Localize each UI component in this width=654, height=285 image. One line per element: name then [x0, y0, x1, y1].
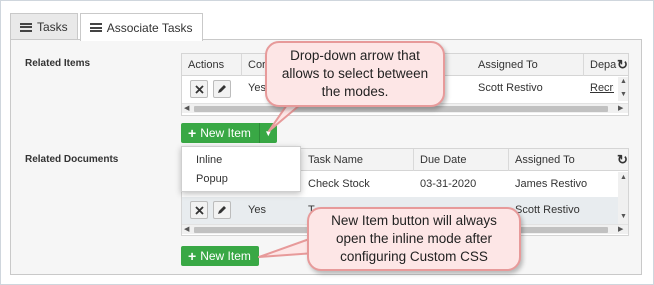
completed-cell: Yes: [248, 204, 266, 216]
department-link[interactable]: Recru: [584, 76, 614, 100]
edit-button[interactable]: [213, 80, 231, 98]
tab-associate-tasks[interactable]: Associate Tasks: [79, 13, 203, 41]
edit-button[interactable]: [213, 201, 231, 219]
scroll-up-arrow-icon[interactable]: ▲: [620, 77, 627, 87]
scroll-left-arrow-icon[interactable]: ◀: [184, 225, 189, 235]
dropdown-option-popup[interactable]: Popup: [182, 170, 300, 189]
scroll-left-arrow-icon[interactable]: ◀: [184, 104, 189, 114]
callout-text: Drop-down arrow that allows to select be…: [281, 48, 429, 99]
tab-label: Tasks: [37, 20, 68, 34]
plus-icon: +: [188, 248, 197, 264]
assigned-to-cell: James Restivo: [515, 178, 588, 190]
related-documents-label: Related Documents: [25, 154, 119, 165]
column-header-due-date[interactable]: Due Date: [414, 149, 509, 171]
delete-button[interactable]: [190, 80, 208, 98]
tab-label: Associate Tasks: [106, 20, 193, 35]
due-date-cell: 03-31-2020: [420, 178, 477, 190]
pencil-icon: [218, 206, 226, 214]
scroll-down-arrow-icon[interactable]: ▼: [620, 212, 627, 222]
scroll-down-arrow-icon[interactable]: ▼: [620, 90, 627, 100]
refresh-icon[interactable]: ↻: [617, 57, 628, 73]
assigned-to-cell: Scott Restivo: [478, 82, 543, 94]
related-items-label: Related Items: [25, 58, 91, 69]
vertical-scrollbar[interactable]: ▲ ▼: [618, 77, 628, 101]
new-item-label: New Item: [200, 126, 251, 140]
close-icon: [194, 205, 204, 215]
pencil-icon: [218, 85, 226, 93]
menu-icon: [20, 22, 32, 32]
scroll-right-arrow-icon[interactable]: ▶: [618, 225, 623, 235]
new-item-button[interactable]: + New Item: [181, 126, 259, 140]
vertical-scrollbar[interactable]: ▲ ▼: [618, 172, 628, 224]
plus-icon: +: [188, 125, 197, 141]
tab-tasks[interactable]: Tasks: [10, 13, 78, 40]
column-header-task-name[interactable]: Task Name: [302, 149, 414, 171]
new-item-button[interactable]: + New Item: [181, 249, 259, 263]
new-item-mode-dropdown: Inline Popup: [181, 146, 301, 192]
app-frame: Tasks Associate Tasks Related Items Acti…: [0, 0, 654, 285]
column-header-assigned-to[interactable]: Assigned To: [509, 149, 613, 171]
delete-button[interactable]: [190, 201, 208, 219]
close-icon: [194, 84, 204, 94]
tab-bar: Tasks Associate Tasks: [10, 13, 203, 41]
new-item-button-documents[interactable]: + New Item: [181, 246, 259, 266]
task-name-cell: Check Stock: [308, 178, 370, 190]
new-item-label: New Item: [200, 249, 251, 263]
menu-icon: [89, 23, 102, 32]
callout-bottom: New Item button will always open the inl…: [307, 207, 521, 271]
refresh-icon[interactable]: ↻: [617, 152, 628, 168]
column-header-actions[interactable]: Actions: [182, 54, 242, 76]
callout-text: New Item button will always open the inl…: [331, 213, 497, 264]
scroll-up-arrow-icon[interactable]: ▲: [620, 173, 627, 183]
column-header-department[interactable]: Depa: [584, 54, 620, 76]
callout-top: Drop-down arrow that allows to select be…: [265, 41, 445, 107]
dropdown-option-inline[interactable]: Inline: [182, 151, 300, 170]
scroll-right-arrow-icon[interactable]: ▶: [618, 104, 623, 114]
column-header-assigned-to[interactable]: Assigned To: [472, 54, 584, 76]
